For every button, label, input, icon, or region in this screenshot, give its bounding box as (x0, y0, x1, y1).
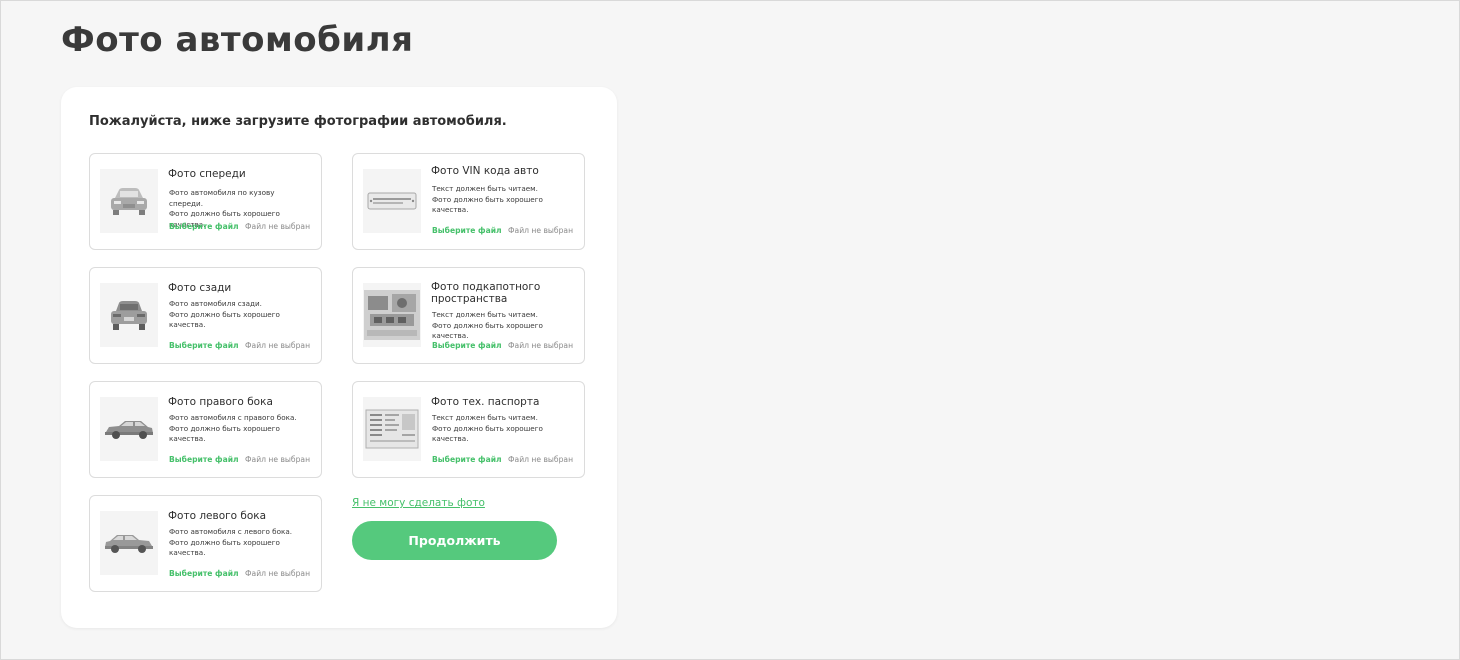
cant-take-photo-link[interactable]: Я не могу сделать фото (352, 497, 485, 509)
choose-file-button[interactable]: Выберите файл (169, 222, 239, 231)
upload-description: Фото автомобиля сзади. Фото должно быть … (169, 299, 280, 329)
car-front-icon (100, 169, 158, 233)
engine-bay-icon (363, 283, 421, 347)
car-rear-icon (100, 283, 158, 347)
choose-file-button[interactable]: Выберите файл (432, 455, 502, 464)
choose-file-button[interactable]: Выберите файл (169, 455, 239, 464)
file-status: Файл не выбран (508, 226, 574, 235)
choose-file-button[interactable]: Выберите файл (432, 226, 502, 235)
choose-file-button[interactable]: Выберите файл (169, 341, 239, 350)
upload-right-side-photo: Фото правого бока Фото автомобиля с прав… (89, 381, 322, 478)
upload-description: Фото автомобиля с левого бока. Фото долж… (169, 527, 293, 557)
upload-title: Фото сзади (168, 282, 232, 294)
upload-title: Фото VIN кода авто (431, 165, 539, 177)
upload-description: Фото автомобиля с правого бока. Фото дол… (169, 413, 297, 443)
upload-title: Фото левого бока (168, 510, 267, 522)
upload-title: Фото тех. паспорта (431, 396, 540, 408)
continue-button[interactable]: Продолжить (352, 521, 557, 560)
upload-vin-photo: Фото VIN кода авто Текст должен быть чит… (352, 153, 585, 250)
upload-title: Фото спереди (168, 168, 246, 180)
form-subtitle: Пожалуйста, ниже загрузите фотографии ав… (89, 114, 507, 129)
page-title: Фото автомобиля (61, 20, 414, 60)
upload-front-photo: Фото спереди Фото автомобиля по кузову с… (89, 153, 322, 250)
upload-registration-photo: Фото тех. паспорта Текст должен быть чит… (352, 381, 585, 478)
file-status: Файл не выбран (508, 341, 574, 350)
choose-file-button[interactable]: Выберите файл (432, 341, 502, 350)
upload-description: Текст должен быть читаем. Фото должно бы… (432, 413, 543, 443)
upload-title: Фото подкапотного пространства (431, 281, 541, 305)
choose-file-button[interactable]: Выберите файл (169, 569, 239, 578)
upload-engine-bay-photo: Фото подкапотного пространства Текст дол… (352, 267, 585, 364)
file-status: Файл не выбран (245, 455, 311, 464)
upload-description: Текст должен быть читаем. Фото должно бы… (432, 184, 543, 214)
upload-rear-photo: Фото сзади Фото автомобиля сзади. Фото д… (89, 267, 322, 364)
upload-description: Текст должен быть читаем. Фото должно бы… (432, 310, 543, 340)
file-status: Файл не выбран (245, 222, 311, 231)
upload-form-card: Пожалуйста, ниже загрузите фотографии ав… (61, 87, 617, 628)
upload-left-side-photo: Фото левого бока Фото автомобиля с левог… (89, 495, 322, 592)
file-status: Файл не выбран (508, 455, 574, 464)
registration-document-icon (363, 397, 421, 461)
file-status: Файл не выбран (245, 341, 311, 350)
car-right-side-icon (100, 397, 158, 461)
vin-plate-icon (363, 169, 421, 233)
file-status: Файл не выбран (245, 569, 311, 578)
upload-title: Фото правого бока (168, 396, 273, 408)
car-left-side-icon (100, 511, 158, 575)
